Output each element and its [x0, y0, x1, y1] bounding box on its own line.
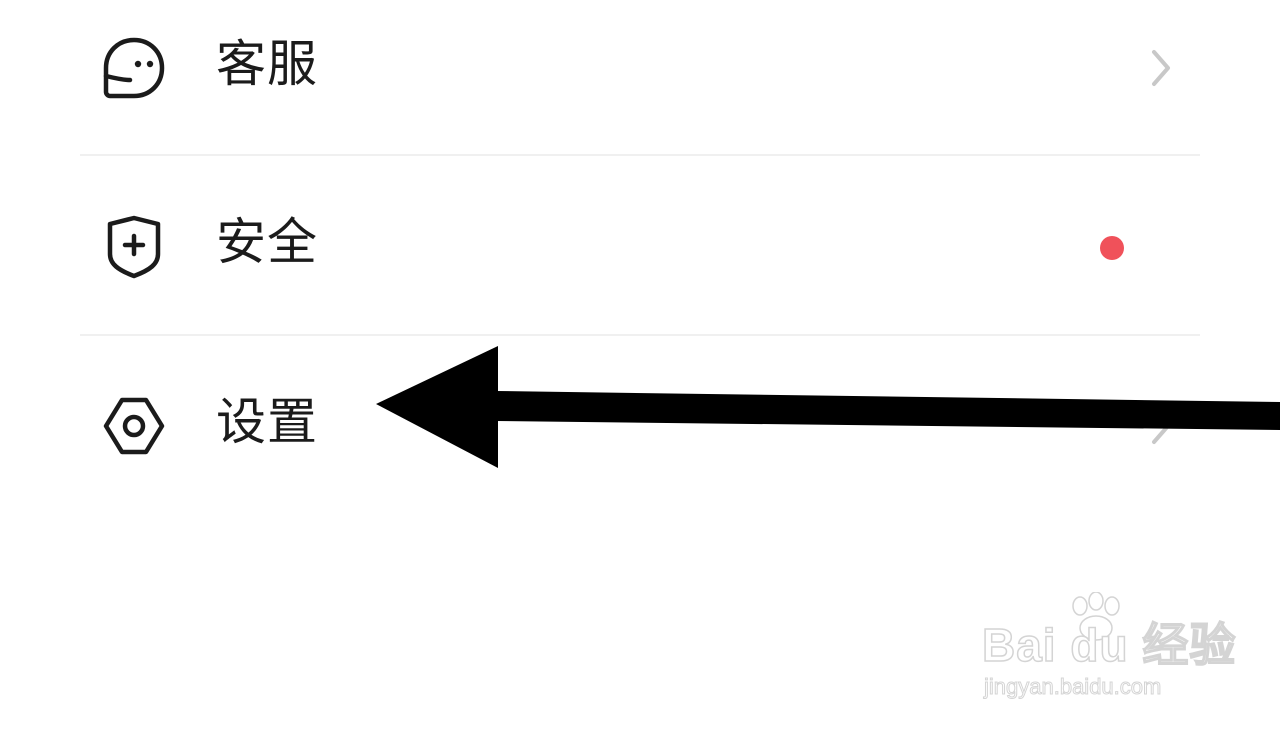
chevron-right-icon [1146, 404, 1176, 448]
menu-item-label: 安全 [216, 213, 318, 271]
menu-item-security[interactable]: 安全 [80, 172, 1200, 322]
watermark-brand: Bai du 经验 [981, 619, 1237, 671]
notification-badge [1100, 236, 1124, 260]
shield-plus-icon [100, 212, 168, 280]
menu-item-customer-service[interactable]: 客服 [80, 0, 1200, 144]
hexagon-settings-icon [100, 392, 168, 460]
menu-item-settings[interactable]: 设置 [80, 352, 1200, 502]
divider [80, 334, 1200, 336]
divider [80, 154, 1200, 156]
watermark-url: jingyan.baidu.com [983, 674, 1162, 700]
chevron-right-icon [1146, 46, 1176, 90]
customer-service-icon [100, 34, 168, 102]
menu-item-label: 客服 [216, 35, 318, 93]
baidu-watermark: Bai du 经验 jingyan.baidu.com [980, 592, 1236, 707]
menu-item-label: 设置 [216, 393, 318, 451]
